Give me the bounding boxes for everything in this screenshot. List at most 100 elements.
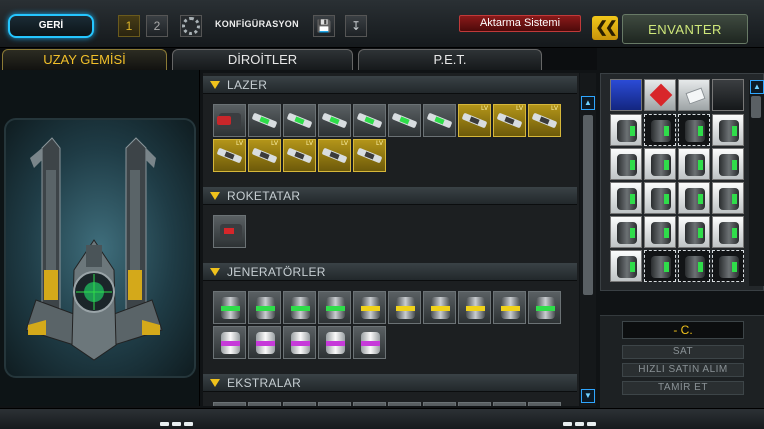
sell-panel: - C. SAT HIZLI SATIN ALIM TAMİR ET [600,315,764,409]
extra-slot[interactable] [283,402,316,406]
laser-slot-gold[interactable]: LV [353,139,386,172]
inventory-item-card[interactable] [678,79,710,111]
extra-slot[interactable] [493,402,526,406]
config-label: KONFİGÜRASYON [215,19,299,29]
generator-slot[interactable] [213,291,246,324]
inventory-item-red-module[interactable] [644,79,676,111]
inventory-shield-generator[interactable] [712,216,744,248]
tab-spaceship[interactable]: UZAY GEMİSİ [2,49,167,70]
level-badge: LV [551,106,558,112]
inventory-shield-generator[interactable] [678,182,710,214]
scroll-thumb[interactable] [751,96,761,118]
section-rocket-launchers[interactable]: ROKETATAR [203,187,577,205]
generator-slot[interactable] [318,291,351,324]
inventory-shield-generator[interactable] [644,216,676,248]
generator-slot[interactable] [248,291,281,324]
inventory-shield-generator-equipped[interactable] [644,250,676,282]
laser-slot[interactable] [248,104,281,137]
extra-slot[interactable] [318,402,351,406]
laser-slot-gold[interactable]: LV [458,104,491,137]
laser-slot[interactable] [318,104,351,137]
inventory-shield-generator-equipped[interactable] [644,114,676,146]
generator-slot[interactable] [318,326,351,359]
generator-slot[interactable] [248,326,281,359]
tab-drones[interactable]: DİROİTLER [172,49,353,70]
sell-button[interactable]: SAT [622,345,744,359]
inventory-shield-generator-equipped[interactable] [712,250,744,282]
laser-slot-gold[interactable]: LV [213,139,246,172]
extra-slot[interactable] [213,402,246,406]
download-icon[interactable]: ↧ [345,15,367,37]
rocket-launcher-slot[interactable] [213,215,246,248]
inventory-shield-generator[interactable] [712,148,744,180]
inventory-item-blue-chip[interactable] [610,79,642,111]
inventory-shield-generator[interactable] [610,182,642,214]
generator-slot[interactable] [353,291,386,324]
generator-slot[interactable] [353,326,386,359]
laser-slot[interactable] [283,104,316,137]
quick-buy-button[interactable]: HIZLI SATIN ALIM [622,363,744,377]
section-extras[interactable]: EKSTRALAR [203,374,577,392]
inventory-shield-generator[interactable] [610,216,642,248]
scroll-up-icon[interactable]: ▲ [750,80,764,94]
extra-slot[interactable] [458,402,491,406]
gear-icon[interactable] [180,15,202,37]
equipment-scrollbar[interactable]: ▲ ▼ [580,73,596,406]
repair-button[interactable]: TAMİR ET [622,381,744,395]
scroll-up-icon[interactable]: ▲ [581,96,595,110]
generator-slot[interactable] [528,291,561,324]
laser-slot[interactable] [353,104,386,137]
generator-slot[interactable] [213,326,246,359]
generator-slot[interactable] [458,291,491,324]
extra-slot[interactable] [388,402,421,406]
inventory-shield-generator[interactable] [644,148,676,180]
inventory-shield-generator-equipped[interactable] [678,250,710,282]
laser-slot-gold[interactable]: LV [248,139,281,172]
laser-slot[interactable] [423,104,456,137]
extra-slot[interactable] [528,402,561,406]
generator-slot[interactable] [423,291,456,324]
generator-slot[interactable] [283,326,316,359]
inventory-grid [600,73,764,291]
generator-slot[interactable] [493,291,526,324]
generator-slot[interactable] [283,291,316,324]
collapse-arrows-icon[interactable]: ❮❮ [592,16,618,40]
level-badge: LV [376,141,383,147]
scroll-thumb[interactable] [583,115,593,295]
transfer-system-button[interactable]: Aktarma Sistemi [459,15,581,32]
extra-slot[interactable] [248,402,281,406]
section-generators[interactable]: JENERATÖRLER [203,263,577,281]
inventory-shield-generator[interactable] [610,114,642,146]
inventory-shield-generator[interactable] [678,148,710,180]
ship-preview [4,118,196,378]
extra-slot[interactable] [353,402,386,406]
laser-slot[interactable] [388,104,421,137]
inventory-shield-generator[interactable] [712,182,744,214]
config-2-button[interactable]: 2 [146,15,168,37]
laser-slot-gold[interactable]: LV [493,104,526,137]
scroll-down-icon[interactable]: ▼ [581,389,595,403]
section-label: ROKETATAR [227,189,301,203]
inventory-shield-generator[interactable] [610,250,642,282]
inventory-shield-generator[interactable] [678,216,710,248]
laser-slot-gold[interactable]: LV [528,104,561,137]
back-button[interactable]: GERİ [8,14,94,38]
inventory-item-dark-module[interactable] [712,79,744,111]
collapse-triangle-icon [210,192,220,200]
extra-slot[interactable] [423,402,456,406]
generator-slot[interactable] [388,291,421,324]
tab-pet[interactable]: P.E.T. [358,49,542,70]
inventory-shield-generator[interactable] [712,114,744,146]
inventory-shield-generator[interactable] [644,182,676,214]
top-bar: GERİ 1 2 KONFİGÜRASYON 💾 ↧ Aktarma Siste… [0,0,764,48]
laser-slot[interactable] [213,104,246,137]
laser-slot-gold[interactable]: LV [318,139,351,172]
save-icon[interactable]: 💾 [313,15,335,37]
config-1-button[interactable]: 1 [118,15,140,37]
inventory-shield-generator[interactable] [610,148,642,180]
section-lasers[interactable]: LAZER [203,76,577,94]
collapse-triangle-icon [210,268,220,276]
inventory-shield-generator-equipped[interactable] [678,114,710,146]
laser-slot-gold[interactable]: LV [283,139,316,172]
inventory-scrollbar[interactable]: ▲ [749,80,764,286]
